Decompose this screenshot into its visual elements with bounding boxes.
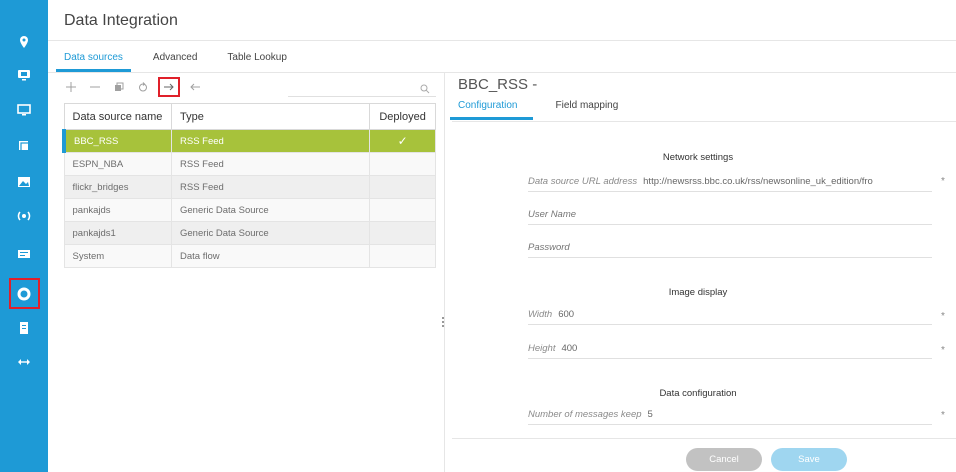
expand-icon[interactable] bbox=[12, 350, 36, 374]
image-icon[interactable] bbox=[12, 170, 36, 194]
cell-deployed bbox=[369, 244, 436, 268]
sensor-icon[interactable] bbox=[12, 204, 36, 228]
col-header-type[interactable]: Type bbox=[170, 103, 371, 130]
datasource-toolbar bbox=[62, 77, 210, 97]
height-field[interactable]: Height 400 bbox=[528, 339, 932, 359]
cell-deployed bbox=[369, 152, 436, 176]
url-field[interactable]: Data source URL address http://newsrss.b… bbox=[528, 172, 932, 192]
table-row[interactable]: ESPN_NBA RSS Feed bbox=[63, 152, 436, 176]
cell-type: Data flow bbox=[170, 244, 371, 268]
width-field[interactable]: Width 600 bbox=[528, 305, 932, 325]
cell-name: BBC_RSS bbox=[62, 129, 172, 153]
undeploy-icon[interactable] bbox=[186, 78, 204, 96]
detail-tabs: Configuration Field mapping bbox=[449, 100, 654, 120]
table-row[interactable]: BBC_RSS RSS Feed ✓ bbox=[62, 129, 436, 153]
display-icon[interactable] bbox=[12, 63, 36, 87]
messages-label: Number of messages keep bbox=[528, 409, 642, 420]
add-icon[interactable] bbox=[62, 78, 80, 96]
location-icon[interactable] bbox=[12, 30, 36, 54]
cell-type: Generic Data Source bbox=[170, 221, 371, 245]
left-nav-rail bbox=[0, 0, 48, 472]
monitor-icon[interactable] bbox=[12, 98, 36, 122]
document-icon[interactable] bbox=[12, 316, 36, 340]
col-header-name[interactable]: Data source name bbox=[63, 103, 172, 130]
table-row[interactable]: pankajds Generic Data Source bbox=[63, 198, 436, 222]
search-icon[interactable] bbox=[420, 81, 430, 99]
tab-table-lookup[interactable]: Table Lookup bbox=[227, 48, 287, 70]
height-value: 400 bbox=[561, 343, 578, 354]
panel-splitter[interactable] bbox=[444, 72, 445, 472]
datasource-table: Data source name Type Deployed BBC_RSS R… bbox=[62, 103, 436, 268]
header-divider bbox=[48, 40, 956, 41]
cell-deployed bbox=[369, 198, 436, 222]
table-header-row: Data source name Type Deployed bbox=[63, 103, 436, 130]
layers-icon[interactable] bbox=[12, 134, 36, 158]
required-marker: * bbox=[941, 410, 945, 421]
table-row[interactable]: flickr_bridges RSS Feed bbox=[63, 175, 436, 199]
username-field[interactable] bbox=[528, 205, 932, 225]
cell-deployed bbox=[369, 175, 436, 199]
cell-deployed bbox=[369, 221, 436, 245]
tab-data-sources[interactable]: Data sources bbox=[56, 48, 131, 72]
cell-name: pankajds1 bbox=[63, 221, 172, 245]
cell-name: flickr_bridges bbox=[63, 175, 172, 199]
messages-value: 5 bbox=[647, 409, 653, 420]
main-tabs: Data sources Advanced Table Lookup bbox=[56, 48, 317, 72]
deployed-check-icon: ✓ bbox=[369, 129, 436, 153]
footer-divider bbox=[452, 438, 956, 439]
cell-name: ESPN_NBA bbox=[63, 152, 172, 176]
cancel-button[interactable]: Cancel bbox=[686, 448, 762, 471]
save-button[interactable]: Save bbox=[771, 448, 847, 471]
search-input[interactable] bbox=[288, 96, 436, 97]
cell-name: System bbox=[63, 244, 172, 268]
data-integration-icon[interactable] bbox=[12, 282, 36, 306]
cell-type: Generic Data Source bbox=[170, 198, 371, 222]
refresh-icon[interactable] bbox=[134, 78, 152, 96]
cell-name: pankajds bbox=[63, 198, 172, 222]
tabs-divider bbox=[48, 72, 956, 73]
section-network-settings: Network settings bbox=[662, 152, 734, 163]
required-marker: * bbox=[941, 345, 945, 356]
copy-icon[interactable] bbox=[110, 78, 128, 96]
tab-field-mapping[interactable]: Field mapping bbox=[553, 100, 618, 120]
table-row[interactable]: System Data flow bbox=[63, 244, 436, 268]
section-data-configuration: Data configuration bbox=[659, 388, 737, 399]
width-value: 600 bbox=[558, 309, 575, 320]
password-field[interactable] bbox=[528, 238, 932, 258]
section-image-display: Image display bbox=[668, 287, 728, 298]
page-title: Data Integration bbox=[64, 12, 178, 29]
col-header-deployed[interactable]: Deployed bbox=[369, 103, 436, 130]
height-label: Height bbox=[528, 343, 556, 354]
password-input[interactable] bbox=[528, 242, 728, 253]
username-input[interactable] bbox=[528, 209, 728, 220]
required-marker: * bbox=[941, 176, 945, 187]
url-label: Data source URL address bbox=[528, 176, 638, 187]
remove-icon[interactable] bbox=[86, 78, 104, 96]
messages-field[interactable]: Number of messages keep 5 bbox=[528, 405, 932, 425]
splitter-handle-icon[interactable] bbox=[442, 316, 446, 328]
detail-tabs-divider bbox=[452, 121, 956, 122]
table-row[interactable]: pankajds1 Generic Data Source bbox=[63, 221, 436, 245]
cell-type: RSS Feed bbox=[170, 129, 371, 153]
width-label: Width bbox=[528, 309, 553, 320]
url-value: http://newsrss.bbc.co.uk/rss/newsonline_… bbox=[643, 176, 873, 187]
cell-type: RSS Feed bbox=[170, 152, 371, 176]
cell-type: RSS Feed bbox=[170, 175, 371, 199]
card-icon[interactable] bbox=[12, 242, 36, 266]
required-marker: * bbox=[941, 311, 945, 322]
detail-title: BBC_RSS - bbox=[458, 76, 538, 93]
tab-configuration[interactable]: Configuration bbox=[449, 100, 535, 120]
tab-advanced[interactable]: Advanced bbox=[153, 48, 197, 70]
deploy-icon[interactable] bbox=[158, 77, 180, 97]
